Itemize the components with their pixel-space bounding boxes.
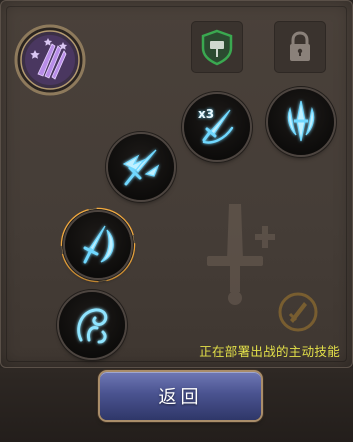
skill-piercing-blades[interactable] bbox=[268, 89, 334, 155]
skill-crescent-sword[interactable] bbox=[65, 212, 131, 278]
skill-triple-slash[interactable]: x3 bbox=[184, 94, 250, 160]
hero-emblem[interactable] bbox=[14, 24, 86, 96]
wind-swirl-icon bbox=[77, 308, 108, 344]
crescent-sword-icon bbox=[83, 225, 114, 264]
back-button[interactable]: 返回 bbox=[100, 372, 261, 420]
skill-winged-sword[interactable] bbox=[108, 134, 174, 200]
piercing-blades-icon bbox=[287, 100, 315, 142]
triple-slash-icon bbox=[202, 109, 234, 144]
sword-silhouette-icon bbox=[207, 204, 275, 305]
background-medal bbox=[276, 290, 320, 334]
sword-medal-icon bbox=[278, 292, 318, 332]
winged-sword-icon bbox=[122, 149, 160, 186]
purple-claw-emblem-icon bbox=[14, 24, 86, 96]
skill-wind-swirl[interactable] bbox=[59, 292, 125, 358]
background-sword bbox=[185, 198, 285, 308]
back-button-label: 返回 bbox=[158, 387, 203, 408]
skill-badge: x3 bbox=[198, 107, 215, 121]
guard-skill-slot[interactable] bbox=[191, 21, 243, 73]
deploy-status-text: 正在部署出战的主动技能 bbox=[199, 344, 340, 359]
locked-skill-slot[interactable] bbox=[274, 21, 326, 73]
lock-icon bbox=[290, 31, 310, 61]
shield-flag-icon bbox=[201, 29, 233, 66]
